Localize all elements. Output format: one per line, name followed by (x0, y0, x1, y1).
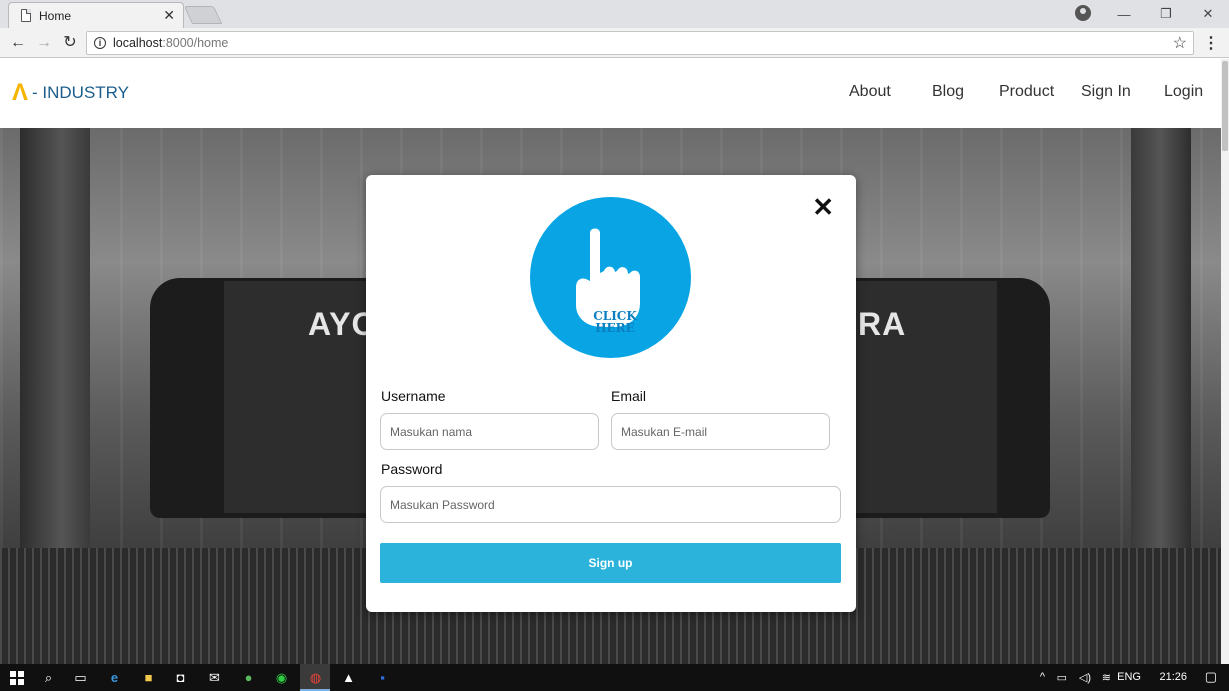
photos-icon[interactable]: ▲ (340, 669, 357, 686)
windows-icon[interactable] (8, 669, 25, 686)
password-input[interactable] (380, 486, 841, 523)
scrollbar-thumb[interactable] (1222, 61, 1228, 151)
clock[interactable]: 21:26 (1159, 671, 1187, 683)
hero-title-fragment: RA (858, 306, 907, 342)
browser-toolbar: ← → ↻ i localhost:8000/home ☆ ⋮ (0, 28, 1229, 58)
close-window-button[interactable]: ✕ (1187, 0, 1229, 28)
menu-icon[interactable]: ⋮ (1203, 33, 1219, 53)
language-indicator[interactable]: ENG (1117, 671, 1141, 683)
mail-icon[interactable]: ✉ (206, 669, 223, 686)
nav-about[interactable]: About (849, 83, 891, 101)
info-icon[interactable]: i (94, 37, 106, 49)
page-scrollbar[interactable] (1221, 59, 1229, 664)
reload-icon[interactable]: ↻ (60, 33, 80, 53)
signup-modal: ✕ CLICK HERE Username Email Password Sig… (366, 175, 856, 612)
tab-close-icon[interactable]: ✕ (163, 7, 175, 23)
chrome-icon[interactable]: ◍ (307, 669, 324, 686)
click-here-text: CLICK HERE (593, 309, 637, 335)
restore-button[interactable]: ❐ (1145, 0, 1187, 28)
password-label: Password (381, 461, 443, 477)
back-icon[interactable]: ← (8, 33, 28, 53)
app-icon[interactable]: ● (240, 669, 257, 686)
account-icon[interactable] (1075, 5, 1091, 21)
main-nav: About Blog Product Sign In Login (0, 83, 1221, 103)
star-icon[interactable]: ☆ (1173, 33, 1187, 53)
edge-icon[interactable]: e (106, 669, 123, 686)
windows-taskbar: ⌕ ▭ e ■ ◘ ✉ ● ◉ ◍ ▲ ▪ ^ ▭ ◁) ≋ ENG 21:26… (0, 664, 1229, 691)
search-icon[interactable]: ⌕ (40, 669, 57, 686)
tray-chevron-icon[interactable]: ^ (1040, 671, 1045, 683)
doc-icon (21, 9, 31, 22)
tab-home[interactable]: Home ✕ (8, 2, 184, 28)
battery-icon[interactable]: ▭ (1057, 671, 1067, 684)
store-icon[interactable]: ◘ (172, 669, 189, 686)
new-tab-button[interactable] (183, 6, 223, 24)
username-input[interactable] (380, 413, 599, 450)
document-icon[interactable]: ▪ (374, 669, 391, 686)
close-icon[interactable]: ✕ (812, 193, 834, 221)
username-label: Username (381, 388, 446, 404)
signup-button[interactable]: Sign up (380, 543, 841, 583)
window-controls: — ❐ ✕ (1103, 0, 1229, 28)
nav-blog[interactable]: Blog (932, 83, 964, 101)
click-here-badge[interactable]: CLICK HERE (530, 197, 691, 358)
email-input[interactable] (611, 413, 830, 450)
volume-icon[interactable]: ◁) (1079, 671, 1091, 684)
task-view-icon[interactable]: ▭ (72, 669, 89, 686)
nav-login[interactable]: Login (1164, 83, 1203, 101)
chat-app-icon[interactable]: ◉ (273, 669, 290, 686)
tab-title: Home (39, 9, 72, 23)
explorer-icon[interactable]: ■ (140, 669, 157, 686)
nav-product[interactable]: Product (999, 83, 1054, 101)
forward-icon[interactable]: → (34, 33, 54, 53)
site-header: Λ - INDUSTRY About Blog Product Sign In … (0, 59, 1221, 128)
notification-icon[interactable]: ▢ (1205, 669, 1217, 685)
minimize-button[interactable]: — (1103, 0, 1145, 28)
nav-sign-in[interactable]: Sign In (1081, 83, 1131, 101)
email-label: Email (611, 388, 647, 404)
url-text: localhost:8000/home (113, 36, 229, 50)
address-bar[interactable]: i localhost:8000/home ☆ (86, 31, 1194, 55)
browser-titlebar: Home ✕ — ❐ ✕ (0, 0, 1229, 28)
wifi-icon[interactable]: ≋ (1102, 671, 1111, 684)
